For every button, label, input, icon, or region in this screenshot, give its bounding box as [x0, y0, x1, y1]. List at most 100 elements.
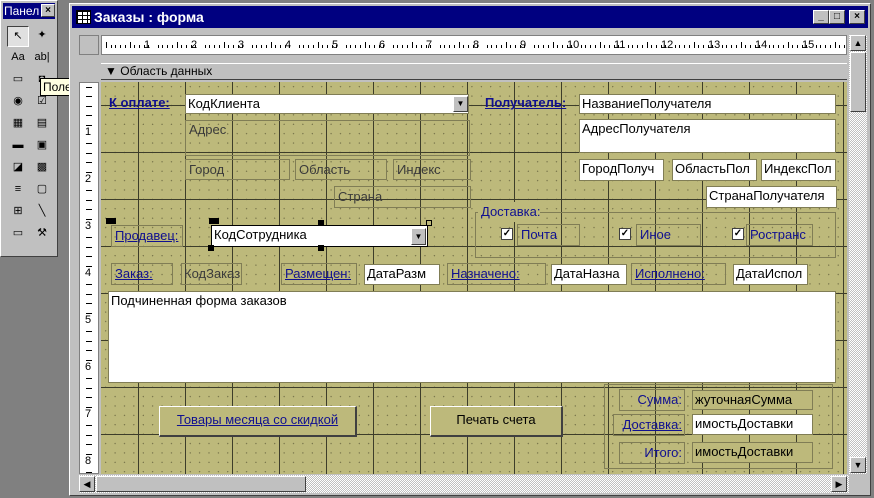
data-razm-field[interactable]: ДатаРазм — [364, 264, 440, 285]
selection-handle[interactable] — [426, 220, 432, 226]
ruler-tick — [641, 45, 643, 48]
ruler-tick — [608, 45, 610, 48]
label-inoe[interactable]: Иное — [636, 224, 701, 246]
vertical-scrollbar[interactable]: ▲ ▼ — [849, 35, 867, 474]
gorod-pol-field[interactable]: ГородПолуч — [579, 159, 664, 181]
label-rostrans[interactable]: Ространс — [746, 224, 813, 246]
vertical-ruler[interactable]: 1 2 3 4 5 6 7 8 — [79, 82, 99, 474]
section-bar[interactable]: ▼ Область данных — [101, 63, 847, 80]
selection-handle[interactable] — [208, 245, 214, 251]
label-k-oplate[interactable]: К оплате: — [106, 93, 170, 113]
label-ispolneno[interactable]: Исполнено: — [631, 263, 726, 285]
kod-sotrudnika-combo[interactable]: КодСотрудника — [211, 225, 428, 247]
indeks-field[interactable]: Индекс — [393, 159, 471, 180]
ruler-corner[interactable] — [79, 35, 99, 55]
hscroll-thumb[interactable] — [96, 476, 306, 492]
tool-button-13[interactable]: ▩ — [31, 158, 53, 179]
oblast-field[interactable]: Область — [295, 159, 387, 180]
label-itogo[interactable]: Итого: — [619, 442, 685, 464]
gorod-field[interactable]: Город — [185, 159, 290, 180]
dostavka-total-field[interactable]: имостьДоставки — [692, 414, 813, 435]
selection-handle[interactable] — [318, 220, 324, 226]
tool-button-8[interactable]: ▦ — [7, 114, 29, 135]
nazv-poluchatelya-field[interactable]: НазваниеПолучателя — [579, 94, 836, 114]
scroll-left-button[interactable]: ◀ — [79, 476, 95, 492]
window-titlebar[interactable]: Заказы : форма — [72, 6, 868, 28]
section-label: Область данных — [120, 64, 213, 78]
tool-button-4[interactable]: ▭ — [7, 70, 29, 91]
ruler-tick — [251, 45, 253, 48]
tool-button-11[interactable]: ▣ — [31, 136, 53, 157]
close-button[interactable]: × — [849, 10, 865, 24]
tool-button-12[interactable]: ◪ — [7, 158, 29, 179]
scroll-down-button[interactable]: ▼ — [850, 457, 866, 473]
data-isp-field[interactable]: ДатаИспол — [733, 264, 808, 285]
maximize-button[interactable]: □ — [829, 10, 845, 24]
label-dostavka-total[interactable]: Доставка: — [613, 414, 685, 436]
scroll-right-button[interactable]: ▶ — [831, 476, 847, 492]
scroll-thumb[interactable] — [850, 52, 866, 112]
label-razmeshen[interactable]: Размещен: — [281, 263, 357, 285]
tool-button-9[interactable]: ▤ — [31, 114, 53, 135]
subform-orders[interactable]: Подчиненная форма заказов — [108, 291, 836, 383]
kod-sotrudnika-dropdown-icon[interactable]: ▼ — [411, 228, 426, 245]
kod-klienta-combo[interactable]: КодКлиента — [185, 94, 469, 114]
ruler-tick — [825, 45, 827, 48]
tool-button-3[interactable]: ab| — [31, 48, 53, 69]
inoe-checkbox[interactable]: ✓ — [619, 228, 631, 240]
ruler-tick — [256, 45, 258, 48]
ruler-tick — [604, 45, 606, 48]
minimize-button[interactable]: _ — [813, 10, 829, 24]
kod-zakaza-field[interactable]: КодЗаказ — [181, 263, 242, 285]
ruler-tick — [491, 45, 493, 48]
tool-button-6[interactable]: ◉ — [7, 92, 29, 113]
tool-button-2[interactable]: Aa — [7, 48, 29, 69]
pochta-checkbox[interactable]: ✓ — [501, 228, 513, 240]
tool-button-15[interactable]: ▢ — [31, 180, 53, 201]
strana-pol-field[interactable]: СтранаПолучателя — [706, 186, 837, 208]
label-zakaz[interactable]: Заказ: — [111, 263, 173, 285]
label-dostavka[interactable]: Доставка: — [478, 202, 541, 222]
label-naznacheno[interactable]: Назначено: — [447, 263, 546, 285]
tool-button-10[interactable]: ▬ — [7, 136, 29, 157]
toolbox-window: Панел × ↖✦Aaab|▭◘◉☑▦▤▬▣◪▩≡▢⊞╲▭⚒ — [0, 0, 58, 257]
itogo-field[interactable]: имостьДоставки — [692, 442, 813, 463]
rostrans-checkbox[interactable]: ✓ — [732, 228, 744, 240]
tool-button-17[interactable]: ╲ — [31, 202, 53, 223]
tool-button-0[interactable]: ↖ — [7, 26, 29, 47]
label-poluchatel[interactable]: Получатель: — [482, 93, 580, 113]
label-summa[interactable]: Сумма: — [619, 389, 685, 411]
pechat-scheta-button[interactable]: Печать счета — [430, 406, 563, 437]
tool-button-16[interactable]: ⊞ — [7, 202, 29, 223]
tool-button-19[interactable]: ⚒ — [31, 224, 53, 245]
scroll-up-button[interactable]: ▲ — [850, 35, 866, 51]
indeks-pol-field[interactable]: ИндексПол — [761, 159, 836, 181]
selection-handle[interactable] — [209, 218, 219, 224]
label-pochta[interactable]: Почта — [517, 224, 580, 246]
tool-button-1[interactable]: ✦ — [31, 26, 53, 47]
adres-field[interactable]: Адрес — [185, 120, 470, 156]
ruler-tick — [538, 45, 540, 48]
toolbox-close-icon[interactable]: × — [41, 4, 55, 17]
selection-handle[interactable] — [106, 218, 116, 224]
adres-poluchatelya-field[interactable]: АдресПолучателя — [579, 119, 836, 153]
selection-handle[interactable] — [318, 245, 324, 251]
horizontal-scrollbar[interactable]: ◀ ▶ — [79, 475, 849, 493]
strana-field[interactable]: Страна — [334, 186, 471, 208]
summa-field[interactable]: жуточнаяСумма — [692, 390, 813, 410]
ruler-tick — [86, 190, 92, 192]
ruler-tick — [815, 45, 817, 48]
kod-klienta-dropdown-icon[interactable]: ▼ — [453, 96, 468, 112]
horizontal-ruler[interactable]: 1 2 3 4 5 6 7 8 9 10 11 12 13 14 15 — [101, 35, 847, 55]
design-grid[interactable]: К оплате: КодКлиента ▼ Адрес Город Облас… — [101, 82, 847, 474]
label-prodavec[interactable]: Продавец: — [111, 225, 183, 247]
ruler-tick — [787, 42, 789, 48]
ruler-tick — [843, 45, 845, 48]
ruler-mark: 2 — [85, 173, 92, 185]
tovary-mesyaca-button[interactable]: Товары месяца со скидкой — [159, 406, 357, 437]
oblast-pol-field[interactable]: ОбластьПол — [672, 159, 757, 181]
data-nazn-field[interactable]: ДатаНазна — [551, 264, 627, 285]
tool-button-18[interactable]: ▭ — [7, 224, 29, 245]
tool-button-14[interactable]: ≡ — [7, 180, 29, 201]
size-grip[interactable] — [849, 475, 867, 493]
